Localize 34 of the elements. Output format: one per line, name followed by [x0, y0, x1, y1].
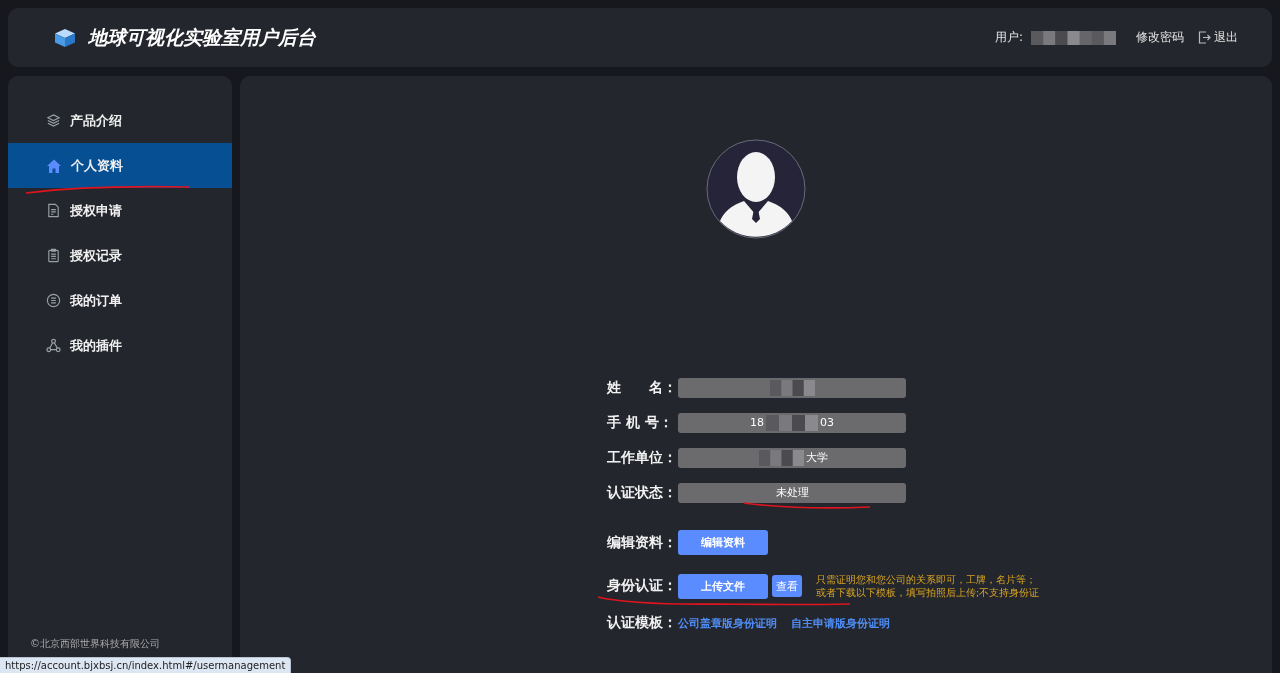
avatar-silhouette-icon	[706, 139, 806, 239]
user-label: 用户:	[994, 29, 1023, 46]
change-password-link[interactable]: 修改密码	[1136, 29, 1184, 46]
sidebar-item[interactable]: 授权申请	[8, 188, 232, 233]
cube-logo-icon	[54, 27, 76, 48]
sidebar-item[interactable]: 个人资料	[8, 143, 232, 188]
field-label: 姓 名：	[607, 378, 678, 397]
field-label: 身份认证：	[607, 577, 678, 595]
list-icon	[46, 293, 61, 308]
field-label: 手 机 号：	[607, 413, 674, 432]
sidebar-item[interactable]: 产品介绍	[8, 98, 232, 143]
template-link[interactable]: 自主申请版身份证明	[791, 615, 890, 631]
sidebar-item[interactable]: 我的订单	[8, 278, 232, 323]
logout-icon	[1198, 31, 1211, 44]
hint-text: 只需证明您和您公司的关系即可，工牌，名片等； 或者下载以下模板，填写拍照后上传;不支持身份证	[816, 573, 1040, 599]
app-title: 地球可视化实验室用户后台	[88, 24, 316, 50]
clipboard-icon	[46, 248, 61, 263]
template-link[interactable]: 公司盖章版身份证明	[678, 615, 777, 631]
sidebar-item[interactable]: 我的插件	[8, 323, 232, 368]
field-label: 认证状态：	[607, 483, 678, 502]
sidebar-item[interactable]: 授权记录	[8, 233, 232, 278]
document-icon	[46, 203, 61, 218]
status-url-tooltip: https://account.bjxbsj.cn/index.html#/usermanagement	[0, 657, 292, 673]
field-label: 认证模板：	[607, 614, 678, 632]
home-icon	[46, 157, 62, 174]
field-value: 18 03	[678, 412, 906, 433]
layers-icon	[46, 113, 61, 128]
field-value: 未处理	[678, 482, 906, 503]
nodes-icon	[46, 338, 61, 353]
field-label: 工作单位：	[607, 448, 678, 467]
field-label: 编辑资料：	[607, 533, 678, 552]
logout-link[interactable]: 退出	[1198, 29, 1238, 46]
copyright-text: ©北京西部世界科技有限公司	[30, 637, 160, 651]
field-value: 大学	[678, 447, 906, 468]
